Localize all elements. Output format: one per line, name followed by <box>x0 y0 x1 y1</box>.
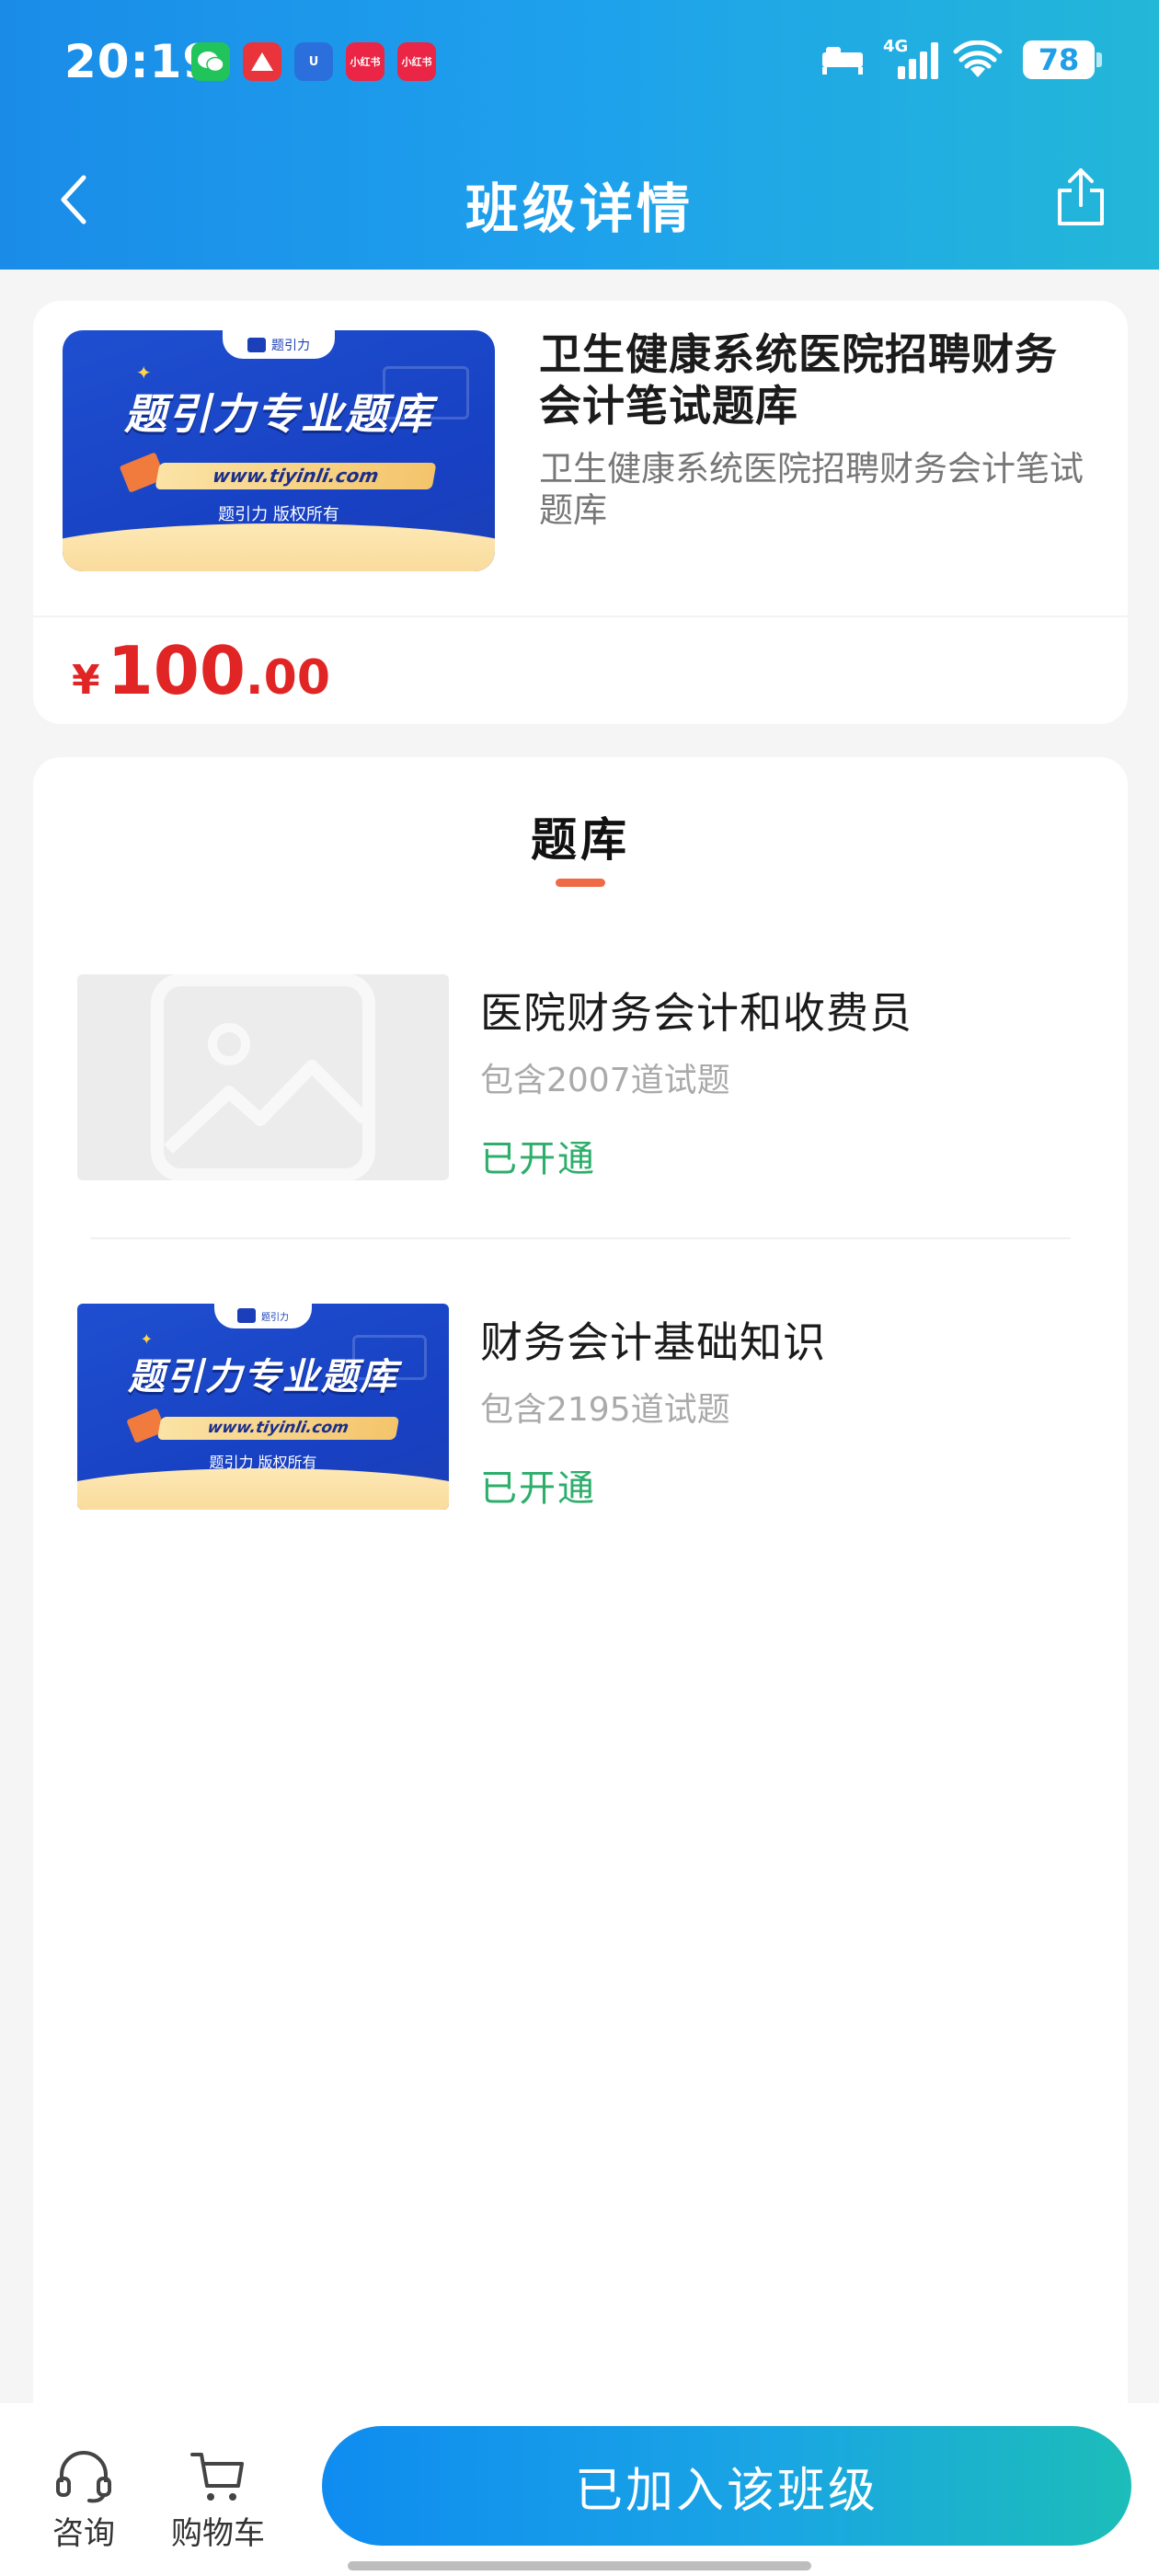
banner-tab-label: 题引力 <box>270 338 310 353</box>
question-bank-card: 题库 医院财务会计和收费员 包含2007道试题 已开通 题引力 ✦ 题引力专业题… <box>33 757 1128 2413</box>
status-right: 4G 78 <box>820 37 1102 79</box>
banner-headline: 题引力专业题库 <box>124 389 433 440</box>
class-info-card: 题引力 ✦ 题引力专业题库 www.tiyinli.com 题引力 版权所有 卫… <box>33 301 1128 724</box>
cart-label: 购物车 <box>171 2515 265 2552</box>
banner-wave <box>63 523 495 571</box>
header: 20:19 U 小红书 小红书 4G 78 班级详情 <box>0 0 1159 270</box>
question-bank-item[interactable]: 医院财务会计和收费员 包含2007道试题 已开通 <box>77 974 1080 1182</box>
bank-name: 财务会计基础知识 <box>480 1317 826 1367</box>
headset-icon <box>56 2451 111 2503</box>
divider <box>90 1237 1071 1239</box>
join-class-button[interactable]: 已加入该班级 <box>322 2426 1131 2546</box>
a-app-icon <box>243 42 281 81</box>
consult-label: 咨询 <box>52 2515 115 2552</box>
bank-question-count: 包含2195道试题 <box>480 1391 730 1429</box>
nav-bar: 班级详情 <box>0 147 1159 248</box>
price: ¥ 100 .00 <box>72 615 330 712</box>
cart-button[interactable]: 购物车 <box>167 2449 269 2553</box>
bank-cover-image: 题引力 ✦ 题引力专业题库 www.tiyinli.com 题引力 版权所有 <box>77 1304 449 1510</box>
tiyinli-logo-icon <box>236 1308 256 1324</box>
share-button[interactable] <box>1049 160 1113 234</box>
tiyinli-logo-icon <box>247 337 266 352</box>
class-cover-image: 题引力 ✦ 题引力专业题库 www.tiyinli.com 题引力 版权所有 <box>63 330 495 571</box>
question-bank-item[interactable]: 题引力 ✦ 题引力专业题库 www.tiyinli.com 题引力 版权所有 财… <box>77 1304 1080 1512</box>
xiaohongshu-icon: 小红书 <box>346 42 384 81</box>
status-bar: 20:19 U 小红书 小红书 4G 78 <box>0 0 1159 129</box>
consult-button[interactable]: 咨询 <box>33 2449 134 2553</box>
class-subtitle: 卫生健康系统医院招聘财务会计笔试题库 <box>539 449 1084 530</box>
section-underline <box>556 879 605 887</box>
network-type: 4G <box>883 37 909 56</box>
banner-wave <box>77 1468 449 1510</box>
share-icon <box>1058 168 1104 225</box>
banner-copyright: 题引力 版权所有 <box>209 1454 317 1472</box>
shopping-cart-icon <box>190 2453 244 2501</box>
star-icon: ✦ <box>140 1330 154 1349</box>
sleep-mode-icon <box>822 47 863 75</box>
banner-url: www.tiyinli.com <box>155 463 437 489</box>
page-title: 班级详情 <box>465 178 694 240</box>
notification-icons: U 小红书 小红书 <box>191 42 436 81</box>
home-indicator[interactable] <box>348 2561 811 2570</box>
wechat-icon <box>191 42 230 81</box>
bank-status: 已开通 <box>480 1467 596 1510</box>
u-app-icon: U <box>294 42 333 81</box>
price-decimal: .00 <box>245 650 331 706</box>
banner-headline: 题引力专业题库 <box>128 1356 398 1399</box>
banner-url: www.tiyinli.com <box>156 1417 399 1440</box>
bank-name: 医院财务会计和收费员 <box>480 988 912 1038</box>
wifi-icon <box>953 40 1003 77</box>
xiaohongshu-icon: 小红书 <box>397 42 436 81</box>
battery-icon: 78 <box>1023 40 1102 79</box>
bank-status: 已开通 <box>480 1138 596 1180</box>
section-title: 题库 <box>531 813 630 867</box>
price-integer: 100 <box>107 632 246 709</box>
price-symbol: ¥ <box>72 657 100 704</box>
banner-tab: 题引力 <box>214 1304 312 1328</box>
bottom-bar: 咨询 购物车 已加入该班级 <box>0 2403 1159 2576</box>
placeholder-image-icon <box>77 974 449 1180</box>
banner-tab: 题引力 <box>222 330 336 360</box>
class-title: 卫生健康系统医院招聘财务会计笔试题库 <box>539 329 1058 431</box>
banner-tab-label: 题引力 <box>260 1312 289 1323</box>
cellular-signal-icon: 4G <box>883 37 938 79</box>
bank-question-count: 包含2007道试题 <box>480 1062 730 1099</box>
banner-copyright: 题引力 版权所有 <box>218 505 339 525</box>
